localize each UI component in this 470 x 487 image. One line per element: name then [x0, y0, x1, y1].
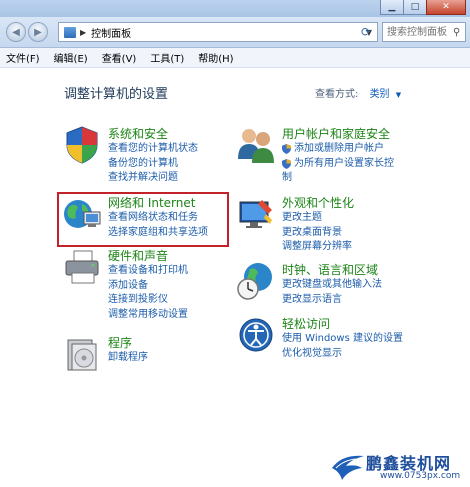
security-shield-icon [66, 126, 98, 164]
category-title-clock-language-region[interactable]: 时钟、语言和区域 [282, 261, 378, 278]
link-parental-controls-wrap[interactable]: 制 [282, 171, 394, 186]
view-by-dropdown[interactable]: 类别 [370, 89, 390, 100]
link-mobility-settings[interactable]: 调整常用移动设置 [108, 308, 188, 323]
control-panel-icon [64, 26, 76, 38]
links-user-accounts: 添加或删除用户帐户 为所有用户设置家长控 制 [282, 142, 394, 186]
link-parental-controls[interactable]: 为所有用户设置家长控 [282, 157, 394, 172]
address-bar[interactable]: ▶ 控制面板 ▼ [58, 22, 378, 42]
category-title-ease-of-access[interactable]: 轻松访问 [282, 315, 330, 332]
back-arrow-icon: ◀ [12, 26, 20, 38]
link-change-display-language[interactable]: 更改显示语言 [282, 293, 382, 308]
link-change-theme[interactable]: 更改主题 [282, 211, 352, 226]
search-input[interactable] [383, 25, 453, 39]
links-ease-of-access: 使用 Windows 建议的设置 优化视觉显示 [282, 332, 403, 361]
menu-help[interactable]: 帮助(H) [198, 50, 233, 65]
watermark-url: www.0753px.com [380, 471, 461, 481]
network-highlight-box [57, 192, 229, 247]
minimize-icon: ▁ [388, 2, 396, 12]
uac-shield-icon [282, 144, 291, 155]
programs-disc-icon [67, 339, 97, 371]
menu-tools[interactable]: 工具(T) [150, 50, 184, 65]
link-devices-printers[interactable]: 查看设备和打印机 [108, 264, 188, 279]
category-title-programs[interactable]: 程序 [108, 334, 132, 351]
link-connect-projector[interactable]: 连接到投影仪 [108, 293, 188, 308]
users-icon [238, 129, 274, 163]
menu-view[interactable]: 查看(V) [102, 50, 137, 65]
maximize-button[interactable]: □ [403, 0, 427, 15]
appearance-monitor-icon [239, 200, 272, 228]
refresh-icon: ⟳ [360, 25, 372, 39]
link-view-computer-status[interactable]: 查看您的计算机状态 [108, 142, 198, 157]
category-title-user-accounts[interactable]: 用户帐户和家庭安全 [282, 125, 390, 142]
link-add-remove-accounts-label: 添加或删除用户帐户 [294, 143, 384, 154]
maximize-icon: □ [410, 2, 420, 12]
watermark-bird-logo-icon [332, 455, 364, 480]
link-change-keyboard-input[interactable]: 更改键盘或其他输入法 [282, 278, 382, 293]
link-parental-controls-label: 为所有用户设置家长控 [294, 157, 394, 169]
links-appearance: 更改主题 更改桌面背景 调整屏幕分辨率 [282, 211, 352, 255]
link-add-remove-accounts[interactable]: 添加或删除用户帐户 [282, 142, 394, 157]
link-windows-recommended-settings[interactable]: 使用 Windows 建议的设置 [282, 332, 403, 347]
menu-edit[interactable]: 编辑(E) [54, 50, 88, 65]
links-clock-language-region: 更改键盘或其他输入法 更改显示语言 [282, 278, 382, 307]
link-add-device[interactable]: 添加设备 [108, 279, 188, 294]
title-bar: ▁ □ ✕ [0, 0, 470, 17]
minimize-button[interactable]: ▁ [380, 0, 404, 15]
category-title-hardware-sound[interactable]: 硬件和声音 [108, 247, 168, 264]
control-panel-window: ▁ □ ✕ ◀ ▶ ▶ 控制面板 ▼ ⟳ ⚲ 文件(F) 编辑(E) 查看(V)… [0, 0, 470, 487]
links-hardware-sound: 查看设备和打印机 添加设备 连接到投影仪 调整常用移动设置 [108, 264, 188, 322]
view-by-chevron-down-icon[interactable]: ▼ [396, 91, 401, 99]
menu-bar: 文件(F) 编辑(E) 查看(V) 工具(T) 帮助(H) [0, 48, 470, 68]
watermark: 鹏鑫装机网 www.0753px.com [330, 448, 470, 487]
link-uninstall-program[interactable]: 卸载程序 [108, 351, 148, 366]
category-title-appearance[interactable]: 外观和个性化 [282, 194, 354, 211]
close-button[interactable]: ✕ [426, 0, 466, 15]
search-icon[interactable]: ⚲ [453, 27, 460, 38]
breadcrumb-control-panel[interactable]: 控制面板 [91, 25, 131, 40]
link-change-desktop-background[interactable]: 更改桌面背景 [282, 226, 352, 241]
link-find-fix-problems[interactable]: 查找并解决问题 [108, 171, 198, 186]
link-backup-computer[interactable]: 备份您的计算机 [108, 157, 198, 172]
caption-buttons: ▁ □ ✕ [380, 0, 466, 17]
forward-button[interactable]: ▶ [28, 22, 48, 42]
back-button[interactable]: ◀ [6, 22, 26, 42]
uac-shield-icon [282, 158, 291, 169]
close-icon: ✕ [442, 2, 450, 12]
breadcrumb-separator-icon: ▶ [80, 27, 87, 37]
content-area: 调整计算机的设置 查看方式: 类别 ▼ 系统和安全 查看您的计算机状态 备份您的… [0, 69, 470, 487]
view-by-label: 查看方式: [315, 89, 359, 100]
links-system-security: 查看您的计算机状态 备份您的计算机 查找并解决问题 [108, 142, 198, 186]
category-title-system-security[interactable]: 系统和安全 [108, 125, 168, 142]
navigation-bar: ◀ ▶ ▶ 控制面板 ▼ ⟳ ⚲ [0, 17, 470, 48]
view-by: 查看方式: 类别 ▼ [315, 85, 401, 100]
printer-icon [65, 250, 99, 284]
forward-arrow-icon: ▶ [34, 26, 42, 38]
links-programs: 卸载程序 [108, 351, 148, 366]
ease-of-access-icon [239, 318, 273, 352]
link-optimize-visual-display[interactable]: 优化视觉显示 [282, 347, 403, 362]
page-title: 调整计算机的设置 [64, 87, 169, 102]
search-box: ⚲ [382, 22, 466, 42]
link-adjust-resolution[interactable]: 调整屏幕分辨率 [282, 240, 352, 255]
menu-file[interactable]: 文件(F) [6, 50, 40, 65]
clock-globe-icon [237, 263, 272, 300]
refresh-button[interactable]: ⟳ [355, 22, 377, 42]
